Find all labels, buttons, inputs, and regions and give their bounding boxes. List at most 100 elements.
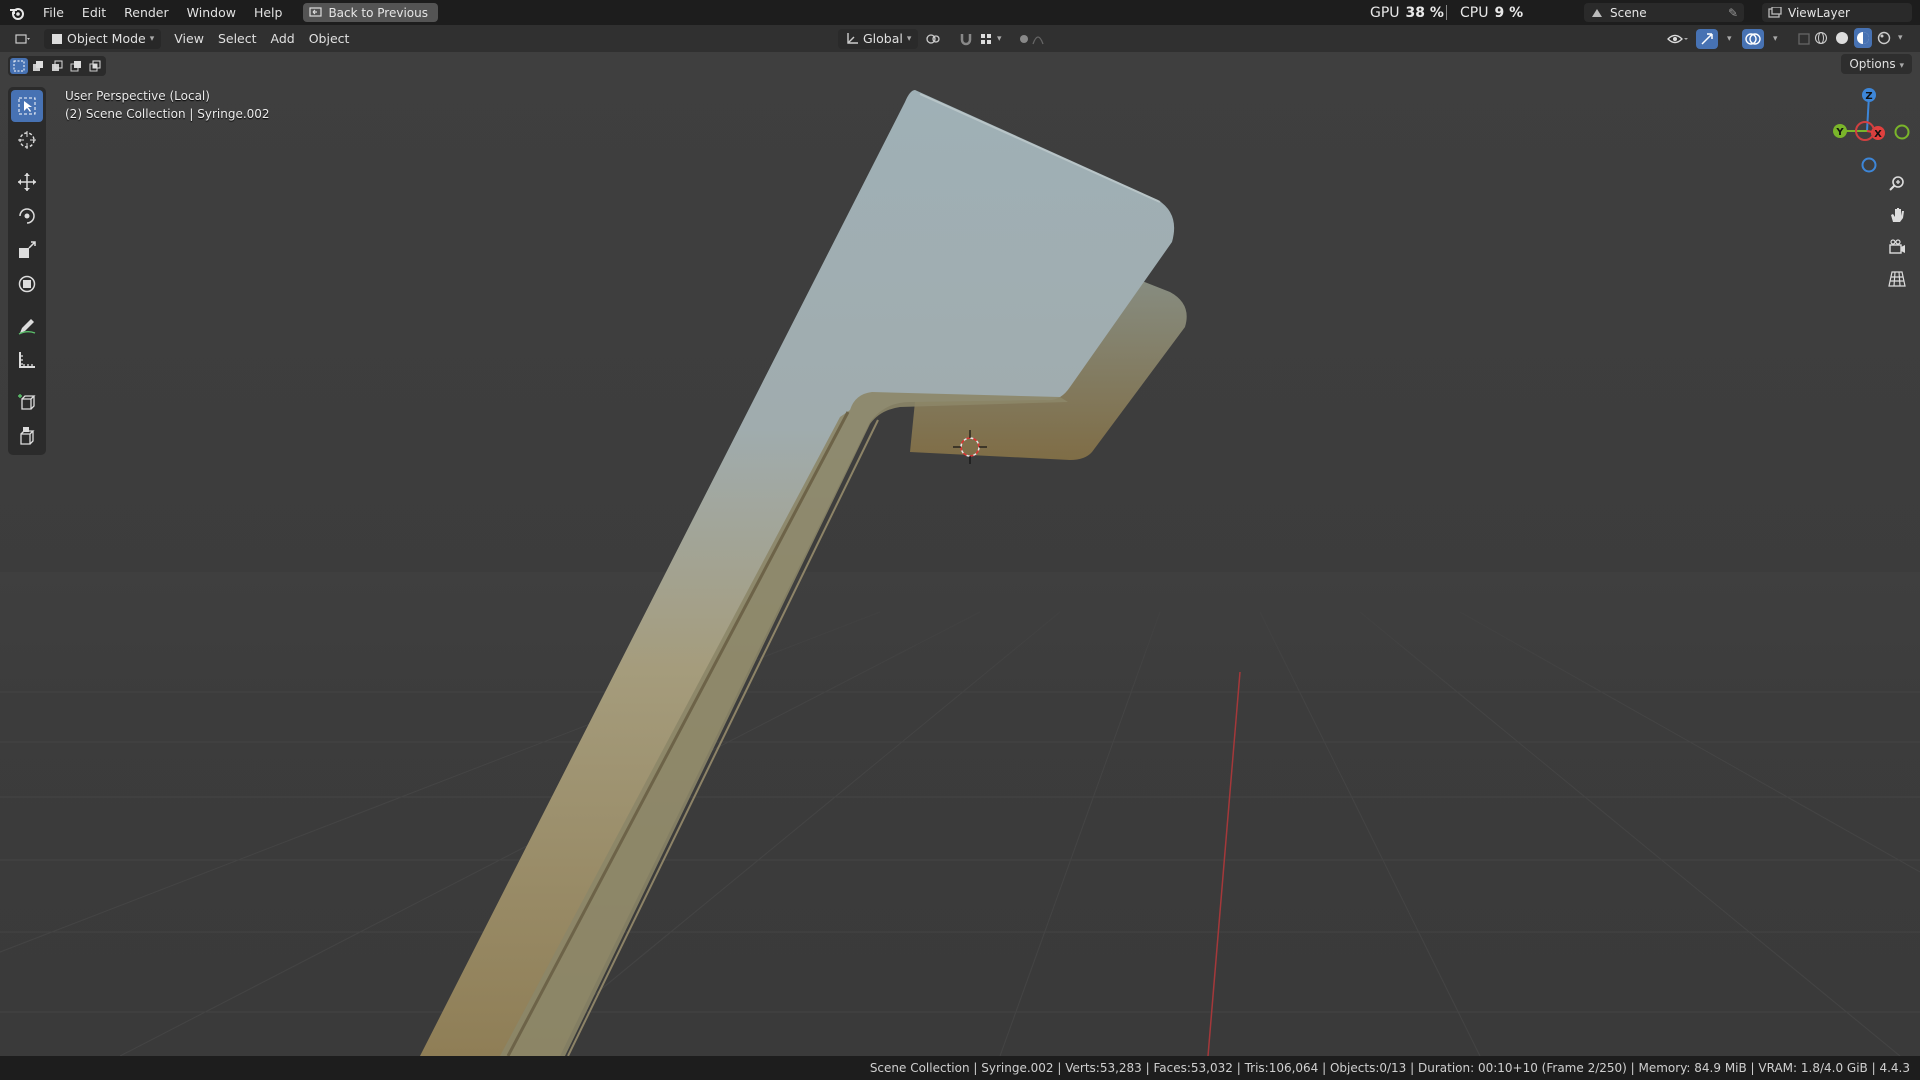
viewport-scene [0,90,1920,1056]
options-dropdown[interactable]: Options ▾ [1841,54,1912,74]
menu-edit[interactable]: Edit [73,0,115,25]
menu-render[interactable]: Render [115,0,178,25]
gizmo-dropdown[interactable]: ▾ [1720,29,1739,49]
viewport-info: User Perspective (Local) (2) Scene Colle… [65,87,270,123]
tool-select-box[interactable] [11,90,43,122]
overlays-dropdown[interactable]: ▾ [1766,29,1785,49]
show-gizmo-toggle[interactable] [1696,28,1718,49]
view-layer-name: ViewLayer [1788,5,1850,20]
eye-icon [1667,34,1688,43]
overlays-icon [1745,32,1761,45]
x-axis-line [1207,671,1241,1056]
solid-shading-button[interactable] [1833,28,1851,48]
editor-type-button[interactable] [8,29,38,49]
menu-view[interactable]: View [167,29,211,49]
scale-icon [19,241,36,258]
pin-icon[interactable]: ✎ [1728,6,1738,20]
zoom-button[interactable] [1884,170,1910,196]
solid-sphere-icon [1836,32,1848,44]
select-extend-button[interactable] [29,58,47,74]
select-intersect-button[interactable] [86,58,104,74]
chevron-down-icon: ▾ [1898,33,1903,43]
back-screen-icon [309,7,323,17]
shading-dropdown[interactable]: ▾ [1896,28,1905,48]
perspective-toggle-button[interactable] [1884,266,1910,292]
gizmo-neg-y[interactable] [1894,124,1910,140]
select-subtract-button[interactable] [48,58,66,74]
gizmo-icon [1701,32,1713,45]
select-intersect-icon [89,60,101,72]
pan-button[interactable] [1884,202,1910,228]
menu-file[interactable]: File [34,0,73,25]
object-mode-icon [52,33,62,44]
navigation-buttons [1884,170,1910,292]
tool-annotate[interactable] [11,310,43,342]
object-mode-label: Object Mode [67,30,146,46]
cpu-readout: CPU 9 % [1460,0,1523,25]
xray-icon [1798,32,1810,45]
move-arrows-icon [18,173,36,191]
view-layer-selector[interactable]: ViewLayer [1762,3,1912,22]
tool-cursor[interactable] [11,124,43,156]
chevron-down-icon: ▾ [1899,61,1904,71]
scene-statistics: Scene Collection | Syringe.002 | Verts:5… [869,1061,1910,1075]
pivot-icon [926,33,940,44]
rendered-shading-button[interactable] [1875,28,1893,48]
measure-ruler-icon [19,352,35,368]
orientation-label: Global [863,30,903,46]
grid-perspective-icon [1888,271,1906,287]
editor-type-icon [15,33,30,44]
menu-add[interactable]: Add [264,29,302,49]
material-preview-button[interactable] [1854,28,1872,48]
status-bar: Scene Collection | Syringe.002 | Verts:5… [0,1056,1920,1080]
gizmo-y-label: Y [1835,127,1844,138]
show-overlays-toggle[interactable] [1742,28,1764,49]
options-label: Options [1849,57,1896,71]
chevron-down-icon: ▾ [149,33,155,44]
back-to-previous-label: Back to Previous [328,5,428,20]
tool-add-cube[interactable] [11,386,43,418]
visibility-selectability-dropdown[interactable] [1660,29,1696,49]
viewport-header: Object Mode ▾ View Select Add Object Glo… [0,25,1920,52]
select-subtract-icon [52,60,63,71]
menu-select[interactable]: Select [211,29,264,49]
cube-tool-icon [20,427,35,445]
material-sphere-icon [1857,32,1869,44]
tool-move[interactable] [11,166,43,198]
object-mode-dropdown[interactable]: Object Mode ▾ [44,28,162,49]
transform-orientation-dropdown[interactable]: Global ▾ [838,28,919,49]
tool-scale[interactable] [11,234,43,266]
hand-icon [1891,208,1904,222]
proportional-editing-toggle[interactable] [1010,29,1054,49]
menu-window[interactable]: Window [178,0,245,25]
transform-icon [18,275,36,293]
navigation-gizmo[interactable]: Z Y X [1822,87,1912,177]
blender-logo-icon[interactable] [0,0,34,25]
3d-viewport[interactable]: User Perspective (Local) (2) Scene Colle… [0,52,1920,1056]
wireframe-shading-button[interactable] [1812,28,1830,48]
tool-measure[interactable] [11,344,43,376]
select-new-button[interactable] [10,58,28,74]
menu-object[interactable]: Object [302,29,357,49]
viewport-perspective-label: User Perspective (Local) [65,89,210,103]
rotate-icon [19,208,35,224]
scene-name: Scene [1610,5,1647,20]
view-layer-icon [1768,6,1782,18]
gpu-readout: GPU 38 % [1370,0,1444,25]
tool-extrude[interactable] [11,420,43,452]
camera-view-button[interactable] [1884,234,1910,260]
select-invert-button[interactable] [67,58,85,74]
rendered-sphere-icon [1877,31,1891,45]
tool-rotate[interactable] [11,200,43,232]
menu-help[interactable]: Help [245,0,292,25]
back-to-previous-button[interactable]: Back to Previous [303,3,438,22]
tool-transform[interactable] [11,268,43,300]
gizmo-neg-z[interactable] [1861,157,1877,173]
select-invert-icon [70,61,81,72]
snap-magnet-icon [960,33,972,45]
scene-selector[interactable]: Scene ✎ [1584,3,1744,22]
pivot-point-button[interactable] [918,29,950,49]
snap-target-dropdown[interactable]: ▾ [972,29,1009,49]
orientation-icon [847,32,858,44]
perf-divider [1446,5,1447,20]
